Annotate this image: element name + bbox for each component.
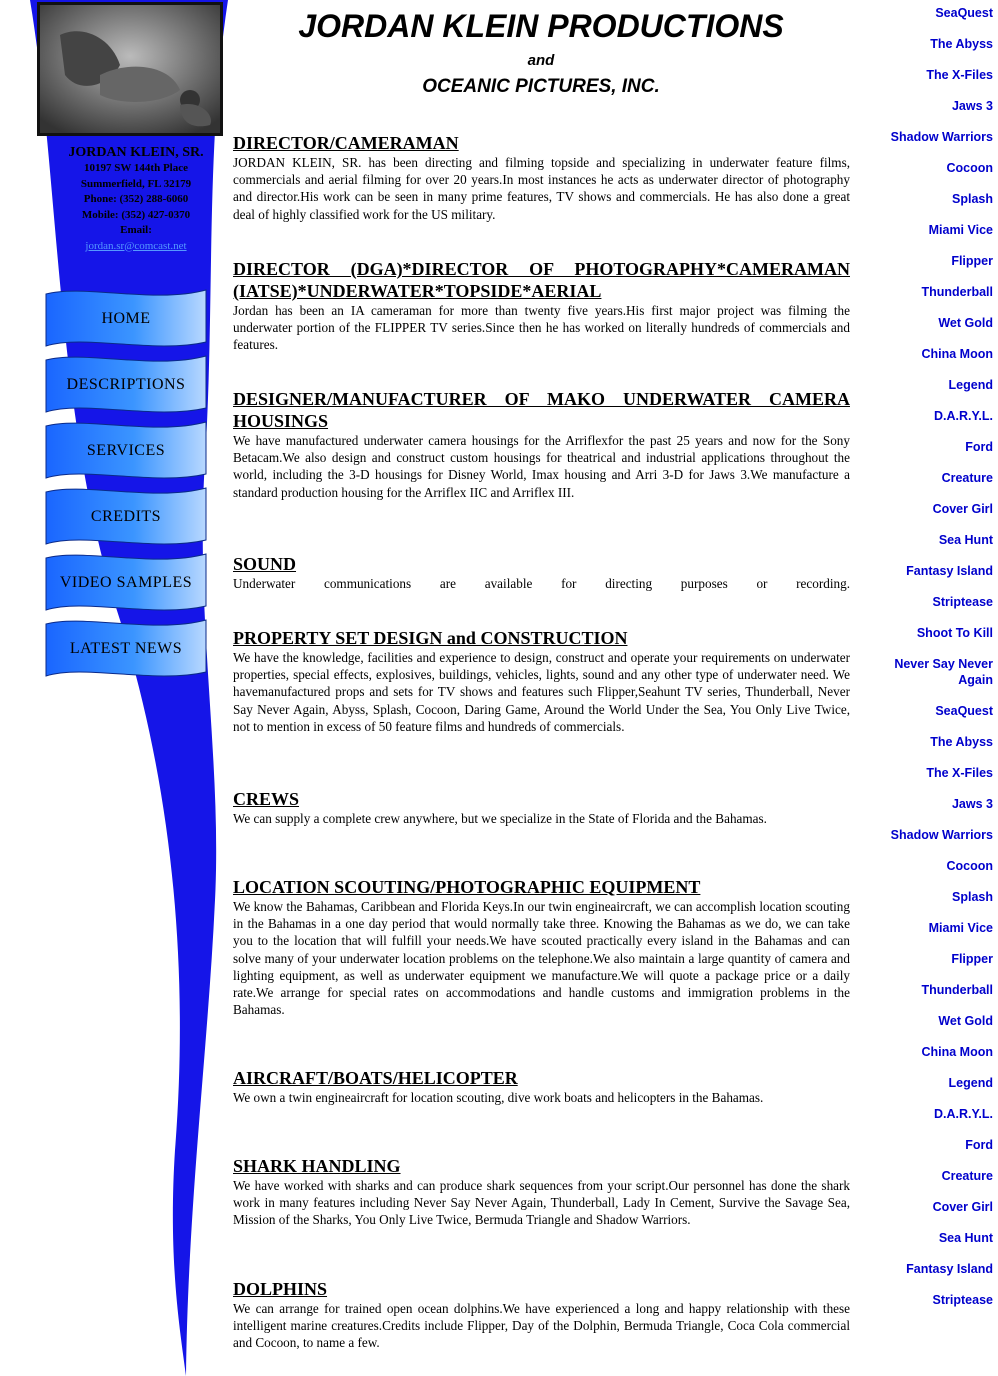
credit-link[interactable]: Shadow Warriors [868,827,993,843]
section-body: We own a twin engineaircraft for locatio… [233,1090,764,1105]
credit-link[interactable]: Legend [868,377,993,393]
section-body: We can arrange for trained open ocean do… [233,1301,850,1351]
section-title: DOLPHINS [233,1279,328,1299]
contact-info: JORDAN KLEIN, SR. 10197 SW 144th Place S… [50,144,222,254]
nav-video-samples-label: VIDEO SAMPLES [59,574,193,591]
nav-services-button[interactable]: SERVICES [44,420,208,482]
credit-link[interactable]: D.A.R.Y.L. [868,408,993,424]
nav-descriptions-label: DESCRIPTIONS [66,376,186,393]
section-property-set-design: PROPERTY SET DESIGN and CONSTRUCTION We … [233,627,850,735]
section-crews: CREWS We can supply a complete crew anyw… [233,788,850,827]
nav-home-button[interactable]: HOME [44,288,208,350]
section-sound: SOUND Underwater communications are avai… [233,553,850,592]
section-body: JORDAN KLEIN, SR. has been directing and… [233,155,850,222]
credit-link[interactable]: D.A.R.Y.L. [868,1106,993,1122]
section-director-cameraman: DIRECTOR/CAMERAMAN JORDAN KLEIN, SR. has… [233,132,850,223]
section-title: DESIGNER/MANUFACTURER OF MAKO UNDERWATER… [233,389,850,431]
credit-link[interactable]: Creature [868,470,993,486]
credit-link[interactable]: Splash [868,191,993,207]
credit-link[interactable]: Cocoon [868,160,993,176]
section-title: SHARK HANDLING [233,1156,401,1176]
section-title: PROPERTY SET DESIGN and CONSTRUCTION [233,628,628,648]
section-body: We know the Bahamas, Caribbean and Flori… [233,899,850,1018]
credit-link[interactable]: Striptease [868,594,993,610]
credit-link[interactable]: Thunderball [868,284,993,300]
page-subtitle: OCEANIC PICTURES, INC. [422,76,660,97]
underwater-diver-photo [37,2,223,136]
credit-link[interactable]: Never Say Never Again [868,656,993,688]
credit-link[interactable]: Jaws 3 [868,98,993,114]
nav-home-label: HOME [101,310,151,327]
credit-link[interactable]: The X-Files [868,67,993,83]
section-shark-handling: SHARK HANDLING We have worked with shark… [233,1155,850,1229]
credit-link[interactable]: Shoot To Kill [868,625,993,641]
section-location-scouting: LOCATION SCOUTING/PHOTOGRAPHIC EQUIPMENT… [233,876,850,1018]
section-body: We have manufactured underwater camera h… [233,433,850,500]
section-mako-housings: DESIGNER/MANUFACTURER OF MAKO UNDERWATER… [233,388,850,501]
credit-link[interactable]: SeaQuest [868,703,993,719]
contact-email-label: Email: [120,224,152,236]
nav-video-samples-button[interactable]: VIDEO SAMPLES [44,552,208,614]
credit-link[interactable]: Ford [868,1137,993,1153]
credit-link[interactable]: SeaQuest [868,5,993,21]
nav-latest-news-button[interactable]: LATEST NEWS [44,618,208,680]
section-title: LOCATION SCOUTING/PHOTOGRAPHIC EQUIPMENT [233,877,701,897]
section-aircraft-boats: AIRCRAFT/BOATS/HELICOPTER We own a twin … [233,1067,850,1106]
credit-link[interactable]: Wet Gold [868,315,993,331]
credit-link[interactable]: Thunderball [868,982,993,998]
section-title: CREWS [233,789,300,809]
section-director-dga: DIRECTOR (DGA)*DIRECTOR OF PHOTOGRAPHY*C… [233,258,850,354]
nav-services-label: SERVICES [86,442,166,459]
credit-link[interactable]: Wet Gold [868,1013,993,1029]
credit-link[interactable]: Striptease [868,1292,993,1308]
credit-link[interactable]: Sea Hunt [868,1230,993,1246]
contact-address: 10197 SW 144th Place [84,162,188,174]
credit-link[interactable]: The Abyss [868,36,993,52]
credit-link[interactable]: Fantasy Island [868,1261,993,1277]
contact-name: JORDAN KLEIN, SR. [68,145,204,160]
credit-link[interactable]: Miami Vice [868,920,993,936]
contact-city: Summerfield, FL 32179 [80,177,192,190]
section-title: DIRECTOR/CAMERAMAN [233,133,459,153]
credit-link[interactable]: Cover Girl [868,1199,993,1215]
section-title: SOUND [233,554,297,574]
credit-link[interactable]: Legend [868,1075,993,1091]
section-title: DIRECTOR (DGA)*DIRECTOR OF PHOTOGRAPHY*C… [233,259,850,301]
section-body: We have the knowledge, facilities and ex… [233,650,850,734]
section-body: We have worked with sharks and can produ… [233,1178,850,1228]
section-body: Jordan has been an IA cameraman for more… [233,303,850,353]
credit-link[interactable]: Shadow Warriors [868,129,993,145]
credit-link[interactable]: China Moon [868,1044,993,1060]
credit-link[interactable]: Jaws 3 [868,796,993,812]
nav-credits-label: CREDITS [90,508,162,525]
credit-link[interactable]: Miami Vice [868,222,993,238]
contact-mobile: Mobile: (352) 427-0370 [81,208,191,221]
contact-phone: Phone: (352) 288-6060 [83,193,189,205]
credit-link[interactable]: The X-Files [868,765,993,781]
credit-link[interactable]: Creature [868,1168,993,1184]
contact-email-link[interactable]: jordan.sr@comcast.net [85,240,186,252]
credit-link[interactable]: Cover Girl [868,501,993,517]
page-header: JORDAN KLEIN PRODUCTIONS and OCEANIC PIC… [232,6,850,98]
credit-link[interactable]: Sea Hunt [868,532,993,548]
nav-latest-news-label: LATEST NEWS [69,640,183,657]
credit-link[interactable]: Flipper [868,253,993,269]
section-body: Underwater communications are available … [233,576,850,591]
credit-link[interactable]: Fantasy Island [868,563,993,579]
credit-link[interactable]: The Abyss [868,734,993,750]
section-title: AIRCRAFT/BOATS/HELICOPTER [233,1068,518,1088]
page-title: JORDAN KLEIN PRODUCTIONS [298,8,784,44]
credit-link[interactable]: Cocoon [868,858,993,874]
nav-descriptions-button[interactable]: DESCRIPTIONS [44,354,208,416]
credit-link[interactable]: China Moon [868,346,993,362]
section-dolphins: DOLPHINS We can arrange for trained open… [233,1278,850,1352]
page-title-and: and [527,52,555,69]
nav-credits-button[interactable]: CREDITS [44,486,208,548]
credit-link[interactable]: Splash [868,889,993,905]
credit-link[interactable]: Ford [868,439,993,455]
credit-link[interactable]: Flipper [868,951,993,967]
section-body: We can supply a complete crew anywhere, … [233,811,767,826]
